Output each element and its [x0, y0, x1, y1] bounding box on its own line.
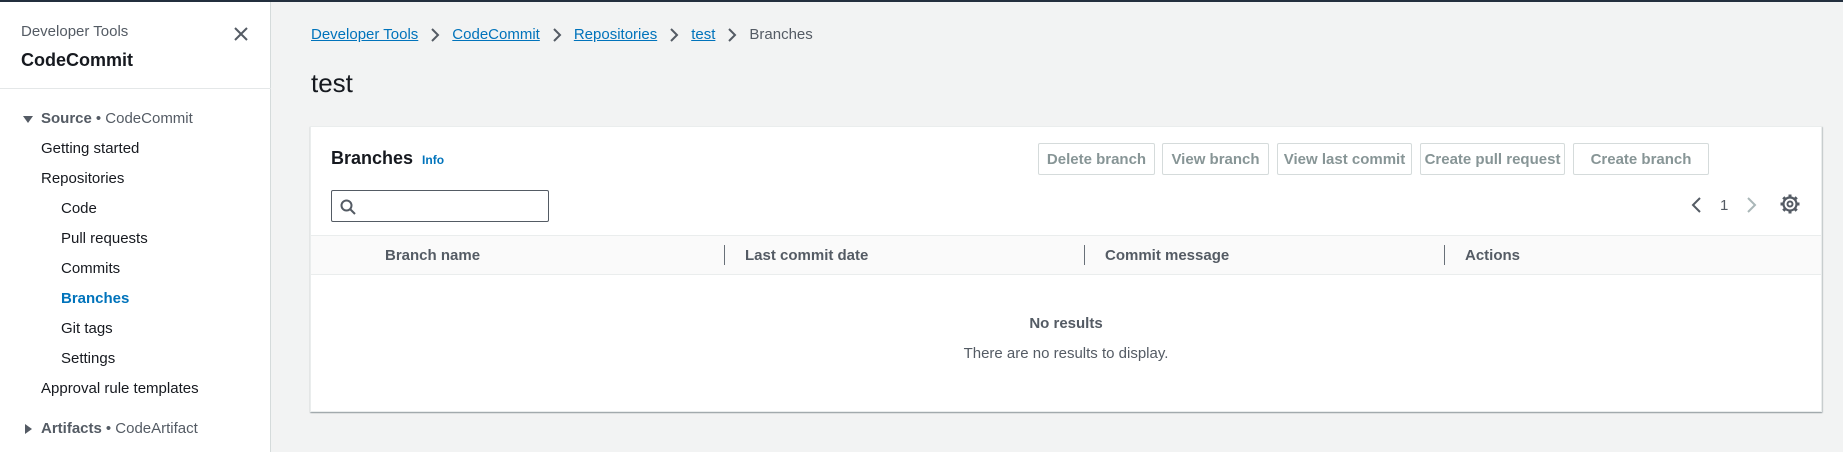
- search-field[interactable]: [331, 190, 549, 222]
- sidebar-item-repositories[interactable]: Repositories: [41, 170, 124, 187]
- sidebar-title[interactable]: CodeCommit: [21, 49, 133, 71]
- breadcrumb-test[interactable]: test: [691, 26, 715, 43]
- sidebar-item-code[interactable]: Code: [61, 200, 97, 217]
- branches-panel: Branches Info Delete branch View branch …: [310, 126, 1822, 412]
- table-header: Branch name Last commit date Commit mess…: [311, 235, 1821, 275]
- sidebar-section-sub: • CodeCommit: [95, 110, 193, 127]
- gear-icon[interactable]: [1779, 193, 1801, 215]
- sidebar-header: Developer Tools CodeCommit: [21, 23, 133, 71]
- column-divider[interactable]: [724, 245, 725, 265]
- caret-down-icon: [23, 115, 33, 123]
- sidebar-item-pull-requests[interactable]: Pull requests: [61, 230, 148, 247]
- sidebar-section-label: Artifacts: [41, 420, 102, 437]
- sidebar-service-label: Developer Tools: [21, 23, 129, 40]
- breadcrumb-current: Branches: [749, 26, 813, 43]
- column-actions: Actions: [1465, 247, 1521, 264]
- search-input[interactable]: [362, 194, 542, 218]
- column-branch-name[interactable]: Branch name: [385, 247, 480, 264]
- empty-state-title: No results: [1029, 315, 1103, 332]
- create-pull-request-button[interactable]: Create pull request: [1420, 143, 1565, 175]
- chevron-right-icon: [728, 27, 737, 42]
- chevron-right-icon[interactable]: [1741, 195, 1761, 215]
- sidebar-item-commits[interactable]: Commits: [61, 260, 120, 277]
- sidebar-item-approval-rule-templates[interactable]: Approval rule templates: [41, 380, 199, 397]
- close-icon[interactable]: [231, 24, 251, 44]
- column-divider[interactable]: [1084, 245, 1085, 265]
- sidebar-section-source[interactable]: Source • CodeCommit: [21, 110, 193, 127]
- chevron-right-icon: [553, 27, 562, 42]
- chevron-right-icon: [670, 27, 679, 42]
- delete-branch-button[interactable]: Delete branch: [1038, 143, 1155, 175]
- sidebar-section-artifacts[interactable]: Artifacts • CodeArtifact: [21, 420, 198, 437]
- panel-header: Branches Info: [331, 148, 444, 169]
- sidebar-item-settings[interactable]: Settings: [61, 350, 115, 367]
- sidebar-item-getting-started[interactable]: Getting started: [41, 140, 139, 157]
- sidebar-item-branches[interactable]: Branches: [61, 290, 129, 307]
- breadcrumb-developer-tools[interactable]: Developer Tools: [311, 26, 418, 43]
- breadcrumb-codecommit[interactable]: CodeCommit: [452, 26, 540, 43]
- side-navigation: Developer Tools CodeCommit Source • Code…: [0, 2, 271, 452]
- sidebar-section-label: Source: [41, 110, 92, 127]
- breadcrumb-repositories[interactable]: Repositories: [574, 26, 657, 43]
- pagination: 1: [1687, 191, 1761, 219]
- sidebar-section-sub: • CodeArtifact: [105, 420, 198, 437]
- chevron-right-icon: [431, 27, 440, 42]
- column-divider[interactable]: [1444, 245, 1445, 265]
- info-link[interactable]: Info: [422, 153, 444, 167]
- create-branch-button[interactable]: Create branch: [1573, 143, 1709, 175]
- breadcrumb: Developer Tools CodeCommit Repositories …: [311, 26, 813, 43]
- panel-title: Branches: [331, 148, 414, 168]
- page-title: test: [311, 68, 353, 98]
- view-last-commit-button[interactable]: View last commit: [1277, 143, 1412, 175]
- search-icon: [340, 199, 356, 215]
- column-last-commit-date[interactable]: Last commit date: [745, 247, 868, 264]
- page-number[interactable]: 1: [1720, 197, 1728, 214]
- caret-right-icon: [25, 423, 32, 434]
- column-commit-message[interactable]: Commit message: [1105, 247, 1229, 264]
- sidebar-divider: [0, 88, 271, 89]
- empty-state-text: There are no results to display.: [963, 345, 1169, 362]
- chevron-left-icon[interactable]: [1687, 195, 1707, 215]
- sidebar-item-git-tags[interactable]: Git tags: [61, 320, 113, 337]
- view-branch-button[interactable]: View branch: [1162, 143, 1269, 175]
